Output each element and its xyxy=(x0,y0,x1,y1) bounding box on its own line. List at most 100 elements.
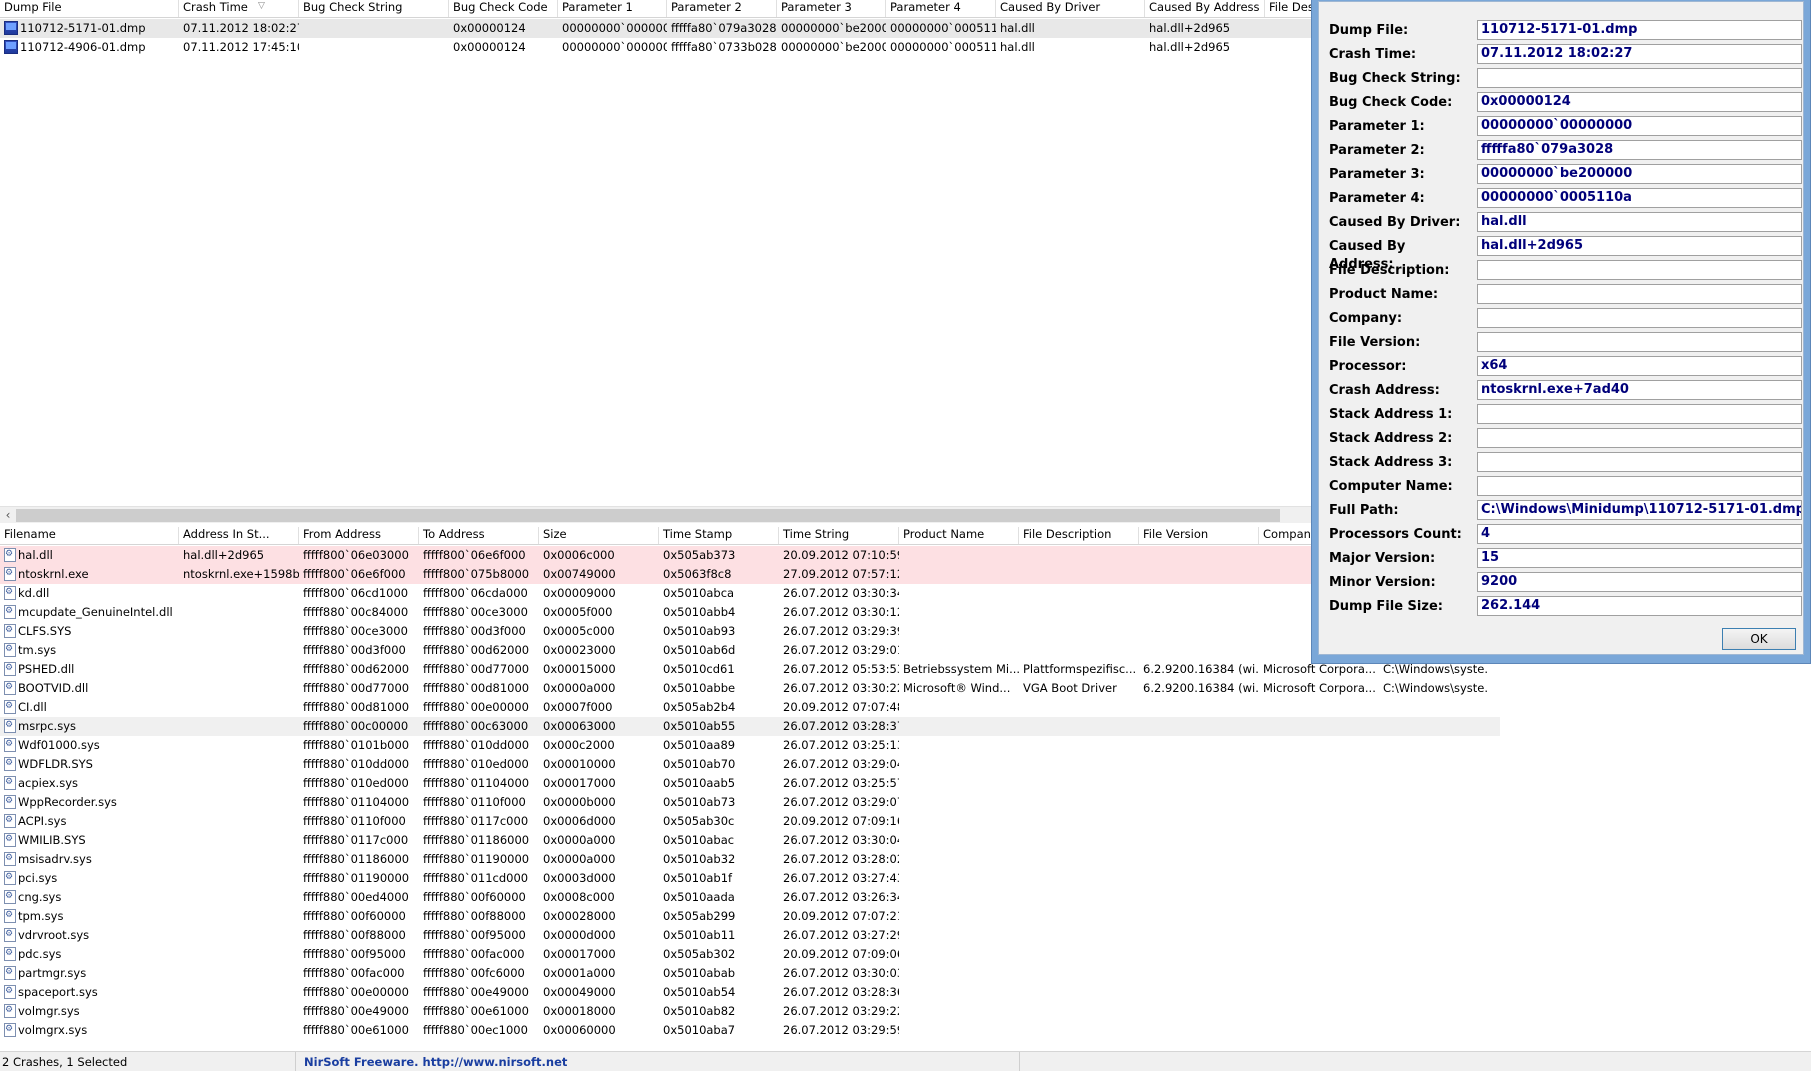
col-company[interactable]: Company xyxy=(1259,527,1311,544)
property-value-field[interactable]: hal.dll xyxy=(1477,212,1802,232)
table-cell xyxy=(179,622,299,641)
col-file-version[interactable]: File Version xyxy=(1139,527,1259,544)
ok-button[interactable]: OK xyxy=(1722,628,1796,650)
property-value-field[interactable]: 07.11.2012 18:02:27 xyxy=(1477,44,1802,64)
property-value-field[interactable]: x64 xyxy=(1477,356,1802,376)
table-row[interactable]: CLFS.SYS fffff880`00ce3000 fffff880`00d3f0… xyxy=(0,622,1311,641)
property-value-field[interactable]: 00000000`00000000 xyxy=(1477,116,1802,136)
table-row[interactable]: pci.sys fffff880`01190000 fffff880`011cd00… xyxy=(0,869,1311,888)
col-time-stamp[interactable]: Time Stamp xyxy=(659,527,779,544)
table-row[interactable]: BOOTVID.dll fffff880`00d77000 fffff880`00d… xyxy=(0,679,1489,698)
table-cell xyxy=(1019,603,1139,622)
property-label: Dump File: xyxy=(1329,23,1409,38)
col-to-address[interactable]: To Address xyxy=(419,527,539,544)
col-bug-check-code[interactable]: Bug Check Code xyxy=(449,0,558,17)
property-value-field[interactable] xyxy=(1477,284,1802,304)
table-row[interactable]: msrpc.sys fffff880`00c00000 fffff880`00c63… xyxy=(0,717,1500,736)
table-row[interactable]: WppRecorder.sys fffff880`01104000 fffff880… xyxy=(0,793,1311,812)
scroll-left-icon[interactable]: ‹ xyxy=(0,507,16,523)
property-value-field[interactable] xyxy=(1477,68,1802,88)
property-value-field[interactable]: 4 xyxy=(1477,524,1802,544)
table-row[interactable]: partmgr.sys fffff880`00fac000 fffff880`00f… xyxy=(0,964,1311,983)
property-value-field[interactable]: 110712-5171-01.dmp xyxy=(1477,20,1802,40)
driver-file-icon xyxy=(4,947,16,961)
table-cell: fffff880`0101b000 xyxy=(303,738,410,752)
col-file-description[interactable]: File Des xyxy=(1265,0,1311,17)
table-row[interactable]: PSHED.dll fffff880`00d62000 fffff880`00d77… xyxy=(0,660,1489,679)
table-row[interactable]: tm.sys fffff880`00d3f000 fffff880`00d62000… xyxy=(0,641,1311,660)
col-filename[interactable]: Filename xyxy=(0,527,179,544)
table-row[interactable]: ntoskrnl.exe ntoskrnl.exe+1598b9 fffff800`… xyxy=(0,565,1311,584)
table-row[interactable]: pdc.sys fffff880`00f95000 fffff880`00fac00… xyxy=(0,945,1311,964)
table-cell: fffff880`0110f000 xyxy=(303,814,406,828)
property-value-field[interactable]: 9200 xyxy=(1477,572,1802,592)
col-crash-time[interactable]: Crash Time xyxy=(179,0,299,17)
table-row[interactable]: acpiex.sys fffff880`010ed000 fffff880`0110… xyxy=(0,774,1311,793)
property-value-field[interactable] xyxy=(1477,332,1802,352)
table-row[interactable]: spaceport.sys fffff880`00e00000 fffff880`0… xyxy=(0,983,1311,1002)
col-address-in-stack[interactable]: Address In St... xyxy=(179,527,299,544)
property-value-field[interactable]: 0x00000124 xyxy=(1477,92,1802,112)
col-parameter-3[interactable]: Parameter 3 xyxy=(777,0,886,17)
module-name: WDFLDR.SYS xyxy=(18,757,93,771)
table-row[interactable]: kd.dll fffff800`06cd1000 fffff800`06cda000… xyxy=(0,584,1311,603)
table-row[interactable]: vdrvroot.sys fffff880`00f88000 fffff880`00… xyxy=(0,926,1311,945)
scrollbar-thumb[interactable] xyxy=(16,509,1280,522)
driver-file-icon xyxy=(4,776,16,790)
col-caused-by-address[interactable]: Caused By Address xyxy=(1145,0,1265,17)
table-row[interactable]: CI.dll fffff880`00d81000 fffff880`00e00000… xyxy=(0,698,1311,717)
status-nirsoft-link[interactable]: NirSoft Freeware. http://www.nirsoft.net xyxy=(300,1052,1020,1071)
table-cell: 0x5010ab93 xyxy=(663,624,736,638)
property-field: Dump File Size: 262.144 xyxy=(1329,596,1805,618)
property-value-field[interactable]: ntoskrnl.exe+7ad40 xyxy=(1477,380,1802,400)
table-row[interactable]: 110712-4906-01.dmp 07.11.2012 17:45:10 0x0… xyxy=(0,38,1311,57)
table-row[interactable]: WMILIB.SYS fffff880`0117c000 fffff880`0118… xyxy=(0,831,1311,850)
table-row[interactable]: hal.dll hal.dll+2d965 fffff800`06e03000 fff… xyxy=(0,546,1311,565)
property-value-field[interactable]: C:\Windows\Minidump\110712-5171-01.dmp xyxy=(1477,500,1802,520)
property-value-field[interactable] xyxy=(1477,404,1802,424)
table-cell: 0x5063f8c8 xyxy=(663,567,732,581)
table-row[interactable]: ACPI.sys fffff880`0110f000 fffff880`0117c0… xyxy=(0,812,1311,831)
col-size[interactable]: Size xyxy=(539,527,659,544)
driver-file-icon xyxy=(4,567,16,581)
property-value-field[interactable] xyxy=(1477,260,1802,280)
property-value-field[interactable]: 00000000`0005110a xyxy=(1477,188,1802,208)
table-row[interactable]: msisadrv.sys fffff880`01186000 fffff880`01… xyxy=(0,850,1311,869)
col-file-description-2[interactable]: File Description xyxy=(1019,527,1139,544)
table-row[interactable]: volmgr.sys fffff880`00e49000 fffff880`00e6… xyxy=(0,1002,1311,1021)
driver-file-icon xyxy=(4,890,16,904)
property-value-field[interactable] xyxy=(1477,452,1802,472)
property-value-field[interactable] xyxy=(1477,428,1802,448)
property-value-field[interactable]: 15 xyxy=(1477,548,1802,568)
table-cell xyxy=(899,964,1019,983)
col-bug-check-string[interactable]: Bug Check String xyxy=(299,0,449,17)
col-caused-by-driver[interactable]: Caused By Driver xyxy=(996,0,1145,17)
table-row[interactable]: mcupdate_GenuineIntel.dll fffff880`00c840… xyxy=(0,603,1311,622)
property-value-field[interactable]: 262.144 xyxy=(1477,596,1802,616)
col-product-name[interactable]: Product Name xyxy=(899,527,1019,544)
horizontal-scrollbar[interactable]: ‹ xyxy=(0,506,1311,523)
table-cell xyxy=(179,793,299,812)
table-cell: 0x0000a000 xyxy=(543,681,616,695)
table-row[interactable]: cng.sys fffff880`00ed4000 fffff880`00f6000… xyxy=(0,888,1311,907)
property-value-field[interactable] xyxy=(1477,476,1802,496)
col-time-string[interactable]: Time String xyxy=(779,527,899,544)
property-value-field[interactable] xyxy=(1477,308,1802,328)
col-from-address[interactable]: From Address xyxy=(299,527,419,544)
table-cell: 20.09.2012 07:07:48 xyxy=(783,700,899,714)
table-row[interactable]: Wdf01000.sys fffff880`0101b000 fffff880`01… xyxy=(0,736,1311,755)
property-value-field[interactable]: 00000000`be200000 xyxy=(1477,164,1802,184)
property-value-field[interactable]: hal.dll+2d965 xyxy=(1477,236,1802,256)
property-value-field[interactable]: fffffa80`079a3028 xyxy=(1477,140,1802,160)
table-cell xyxy=(899,888,1019,907)
table-row[interactable]: 110712-5171-01.dmp 07.11.2012 18:02:27 0x0… xyxy=(0,19,1311,38)
property-field: Product Name: xyxy=(1329,284,1805,306)
col-parameter-4[interactable]: Parameter 4 xyxy=(886,0,996,17)
table-row[interactable]: WDFLDR.SYS fffff880`010dd000 fffff880`010e… xyxy=(0,755,1311,774)
col-dump-file[interactable]: Dump File xyxy=(0,0,179,17)
col-parameter-1[interactable]: Parameter 1 xyxy=(558,0,667,17)
table-row[interactable]: tpm.sys fffff880`00f60000 fffff880`00f8800… xyxy=(0,907,1311,926)
table-cell: 0x505ab2b4 xyxy=(663,700,736,714)
table-row[interactable]: volmgrx.sys fffff880`00e61000 fffff880`00e… xyxy=(0,1021,1311,1040)
col-parameter-2[interactable]: Parameter 2 xyxy=(667,0,777,17)
